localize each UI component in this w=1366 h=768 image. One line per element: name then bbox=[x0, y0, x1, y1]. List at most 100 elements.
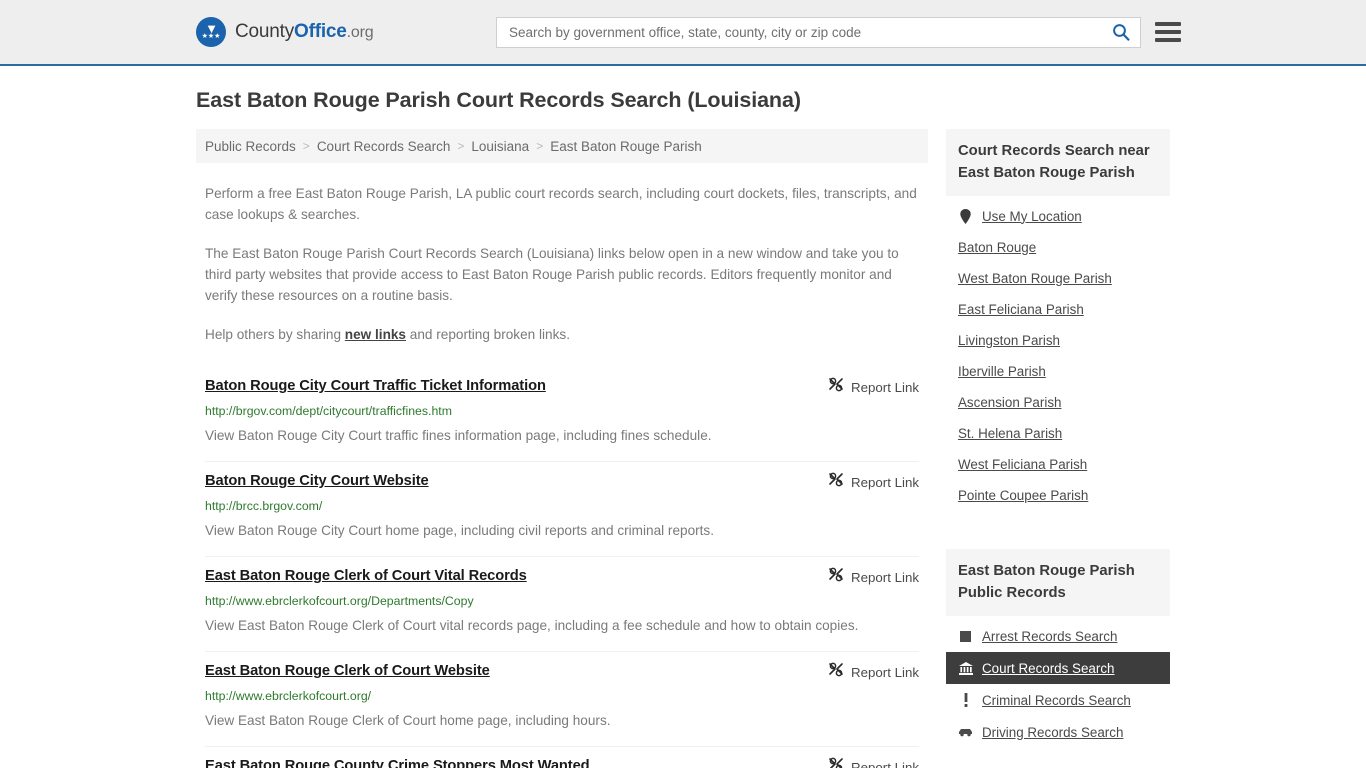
search-input[interactable] bbox=[509, 24, 1108, 40]
sidebar-item-ascension-parish[interactable]: Ascension Parish bbox=[946, 387, 1170, 418]
intro-paragraph-1: Perform a free East Baton Rouge Parish, … bbox=[205, 186, 917, 222]
sidebar-item-criminal-records-search[interactable]: Criminal Records Search bbox=[946, 684, 1170, 716]
intro-p3-after: and reporting broken links. bbox=[406, 327, 570, 342]
result-item: East Baton Rouge County Crime Stoppers M… bbox=[205, 747, 919, 768]
sidebar-nearby-list: Use My Location Baton Rouge West Baton R… bbox=[946, 196, 1170, 511]
report-link-label: Report Link bbox=[851, 380, 919, 395]
search-icon[interactable] bbox=[1108, 19, 1134, 45]
result-url: http://www.ebrclerkofcourt.org/Departmen… bbox=[205, 594, 474, 608]
sidebar-public-records-list: Arrest Records Search Court Records Sear… bbox=[946, 616, 1170, 748]
sidebar-item-use-my-location[interactable]: Use My Location bbox=[946, 200, 1170, 232]
broken-link-icon bbox=[828, 567, 844, 588]
result-title-link[interactable]: East Baton Rouge Clerk of Court Website bbox=[205, 661, 490, 681]
result-description: View Baton Rouge City Court traffic fine… bbox=[205, 428, 712, 443]
breadcrumb-item-east-baton-rouge-parish: East Baton Rouge Parish bbox=[550, 138, 702, 154]
result-title-link[interactable]: Baton Rouge City Court Traffic Ticket In… bbox=[205, 376, 546, 396]
breadcrumb-separator-icon: > bbox=[536, 139, 544, 153]
report-link-label: Report Link bbox=[851, 570, 919, 585]
sidebar-item-label: St. Helena Parish bbox=[958, 426, 1063, 441]
result-title-link[interactable]: East Baton Rouge Clerk of Court Vital Re… bbox=[205, 566, 527, 586]
sidebar-item-west-feliciana-parish[interactable]: West Feliciana Parish bbox=[946, 449, 1170, 480]
square-icon bbox=[958, 628, 973, 644]
map-pin-icon bbox=[958, 208, 973, 224]
sidebar-item-arrest-records-search[interactable]: Arrest Records Search bbox=[946, 620, 1170, 652]
hamburger-bar bbox=[1155, 30, 1181, 34]
sidebar-heading-nearby: Court Records Search near East Baton Rou… bbox=[946, 129, 1170, 196]
breadcrumb-item-court-records-search[interactable]: Court Records Search bbox=[317, 139, 451, 154]
sidebar-item-label: Arrest Records Search bbox=[982, 628, 1118, 644]
result-header: Baton Rouge City Court Traffic Ticket In… bbox=[205, 376, 919, 398]
breadcrumb-separator-icon: > bbox=[302, 139, 310, 153]
result-header: East Baton Rouge Clerk of Court Website … bbox=[205, 661, 919, 683]
sidebar-panel-public-records: East Baton Rouge Parish Public Records A… bbox=[946, 549, 1170, 748]
logo-text: CountyOffice.org bbox=[235, 21, 374, 43]
sidebar-item-baton-rouge[interactable]: Baton Rouge bbox=[946, 232, 1170, 263]
results-list: Baton Rouge City Court Traffic Ticket In… bbox=[196, 367, 928, 768]
report-link-label: Report Link bbox=[851, 760, 919, 768]
sidebar-panel-nearby: Court Records Search near East Baton Rou… bbox=[946, 129, 1170, 511]
hamburger-menu-icon[interactable] bbox=[1155, 22, 1181, 42]
report-link-button[interactable]: Report Link bbox=[828, 662, 919, 683]
new-links-link[interactable]: new links bbox=[345, 327, 406, 342]
broken-link-icon bbox=[828, 472, 844, 493]
report-link-button[interactable]: Report Link bbox=[828, 567, 919, 588]
report-link-label: Report Link bbox=[851, 665, 919, 680]
sidebar-item-label: Criminal Records Search bbox=[982, 692, 1131, 708]
car-icon bbox=[958, 724, 973, 740]
breadcrumb: Public Records > Court Records Search > … bbox=[196, 129, 928, 163]
main-column: Public Records > Court Records Search > … bbox=[196, 129, 928, 768]
sidebar-item-label: Use My Location bbox=[982, 208, 1082, 224]
sidebar-item-label: Baton Rouge bbox=[958, 240, 1037, 255]
site-header: ▼ ★★★ CountyOffice.org bbox=[0, 0, 1366, 66]
result-header: East Baton Rouge Clerk of Court Vital Re… bbox=[205, 566, 919, 588]
report-link-button[interactable]: Report Link bbox=[828, 377, 919, 398]
sidebar-item-label: West Baton Rouge Parish bbox=[958, 271, 1112, 286]
report-link-button[interactable]: Report Link bbox=[828, 757, 919, 768]
report-link-button[interactable]: Report Link bbox=[828, 472, 919, 493]
broken-link-icon bbox=[828, 377, 844, 398]
breadcrumb-item-louisiana[interactable]: Louisiana bbox=[471, 139, 529, 154]
result-description: View Baton Rouge City Court home page, i… bbox=[205, 523, 715, 538]
sidebar-item-label: Court Records Search bbox=[982, 660, 1115, 676]
exclamation-icon bbox=[958, 692, 973, 708]
header-search-zone bbox=[496, 16, 1181, 48]
sidebar-item-st-helena-parish[interactable]: St. Helena Parish bbox=[946, 418, 1170, 449]
page-title: East Baton Rouge Parish Court Records Se… bbox=[196, 88, 801, 112]
hamburger-bar bbox=[1155, 38, 1181, 42]
sidebar-item-west-baton-rouge-parish[interactable]: West Baton Rouge Parish bbox=[946, 263, 1170, 294]
result-url: http://brgov.com/dept/citycourt/trafficf… bbox=[205, 404, 452, 418]
sidebar-item-pointe-coupee-parish[interactable]: Pointe Coupee Parish bbox=[946, 480, 1170, 511]
sidebar-item-label: Livingston Parish bbox=[958, 333, 1060, 348]
result-description: View East Baton Rouge Clerk of Court vit… bbox=[205, 618, 859, 633]
sidebar-item-livingston-parish[interactable]: Livingston Parish bbox=[946, 325, 1170, 356]
result-url: http://www.ebrclerkofcourt.org/ bbox=[205, 689, 372, 703]
result-header: East Baton Rouge County Crime Stoppers M… bbox=[205, 756, 919, 768]
result-item: East Baton Rouge Clerk of Court Website … bbox=[205, 652, 919, 747]
result-item: Baton Rouge City Court Traffic Ticket In… bbox=[205, 367, 919, 462]
result-header: Baton Rouge City Court Website Report Li… bbox=[205, 471, 919, 493]
result-title-link[interactable]: East Baton Rouge County Crime Stoppers M… bbox=[205, 756, 590, 768]
result-title-link[interactable]: Baton Rouge City Court Website bbox=[205, 471, 429, 491]
search-box[interactable] bbox=[496, 16, 1141, 48]
sidebar-item-iberville-parish[interactable]: Iberville Parish bbox=[946, 356, 1170, 387]
sidebar: Court Records Search near East Baton Rou… bbox=[946, 129, 1170, 754]
stars-icon: ★★★ bbox=[201, 33, 221, 40]
sidebar-item-east-feliciana-parish[interactable]: East Feliciana Parish bbox=[946, 294, 1170, 325]
sidebar-item-court-records-search[interactable]: Court Records Search bbox=[946, 652, 1170, 684]
site-logo[interactable]: ▼ ★★★ CountyOffice.org bbox=[196, 17, 374, 47]
breadcrumb-separator-icon: > bbox=[457, 139, 465, 153]
intro-paragraph-3: Help others by sharing new links and rep… bbox=[205, 324, 919, 345]
sidebar-item-label: Ascension Parish bbox=[958, 395, 1062, 410]
eagle-icon: ▼ ★★★ bbox=[196, 17, 226, 47]
result-item: Baton Rouge City Court Website Report Li… bbox=[205, 462, 919, 557]
logo-text-part1: County bbox=[235, 21, 295, 42]
breadcrumb-item-public-records[interactable]: Public Records bbox=[205, 139, 296, 154]
sidebar-item-driving-records-search[interactable]: Driving Records Search bbox=[946, 716, 1170, 748]
content-layout: Public Records > Court Records Search > … bbox=[196, 129, 1170, 768]
sidebar-item-label: West Feliciana Parish bbox=[958, 457, 1088, 472]
intro-p3-before: Help others by sharing bbox=[205, 327, 345, 342]
result-url: http://brcc.brgov.com/ bbox=[205, 499, 323, 513]
sidebar-item-label: Iberville Parish bbox=[958, 364, 1046, 379]
sidebar-item-label: East Feliciana Parish bbox=[958, 302, 1084, 317]
